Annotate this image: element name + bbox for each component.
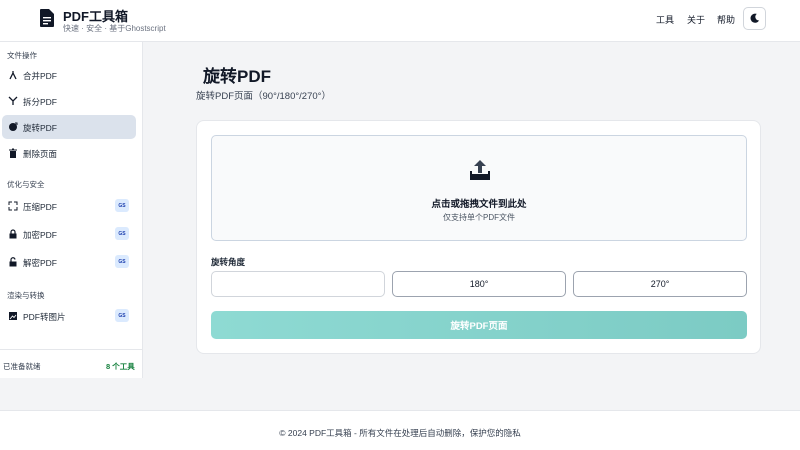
angle-option-270-button[interactable]: 270° [573, 271, 747, 297]
ghostscript-badge: GS [115, 199, 129, 212]
sidebar: 文件操作 合并PDF 拆分PDF 旋转PDF 删除页面 优化与安全 压缩PDF … [0, 42, 143, 378]
sidebar-item-rotate[interactable]: 旋转PDF [2, 115, 136, 139]
angle-option-90-button[interactable] [211, 271, 385, 297]
page-title: 旋转PDF [203, 67, 271, 86]
unlock-icon [9, 257, 17, 267]
upload-icon [470, 160, 490, 180]
page-subtitle: 旋转PDF页面（90°/180°/270°） [196, 91, 331, 102]
sidebar-item-label: 旋转PDF [23, 123, 58, 133]
file-dropzone[interactable]: 点击或拖拽文件到此处 仅支持单个PDF文件 [211, 135, 747, 241]
rotate-icon [9, 122, 18, 131]
sidebar-item-label: 加密PDF [23, 230, 58, 240]
nav-about-link[interactable]: 关于 [687, 13, 705, 26]
compress-icon [8, 201, 18, 211]
status-text: 已准备就绪 [3, 362, 41, 371]
sidebar-item-compress[interactable]: 压缩PDF GS [2, 194, 136, 218]
ghostscript-badge: GS [115, 309, 129, 322]
lock-icon [9, 229, 17, 239]
sidebar-item-label: PDF转图片 [23, 312, 66, 322]
sidebar-item-decrypt[interactable]: 解密PDF GS [2, 250, 136, 274]
ghostscript-badge: GS [115, 227, 129, 240]
app-subtitle: 快速 · 安全 · 基于Ghostscript [63, 24, 166, 33]
top-header: PDF工具箱 快速 · 安全 · 基于Ghostscript 工具 关于 帮助 [0, 0, 800, 42]
rotation-angle-label: 旋转角度 [211, 257, 246, 267]
angle-option-180-button[interactable]: 180° [392, 271, 566, 297]
dropzone-title: 点击或拖拽文件到此处 [431, 199, 527, 210]
section-title-optimize-security: 优化与安全 [7, 180, 45, 189]
moon-icon [750, 13, 760, 23]
page-footer: © 2024 PDF工具箱 - 所有文件在处理后自动删除，保护您的隐私 [0, 410, 800, 450]
rotate-pdf-submit-button[interactable]: 旋转PDF页面 [211, 311, 747, 339]
sidebar-item-merge[interactable]: 合并PDF [2, 63, 136, 87]
rotate-tool-card: 点击或拖拽文件到此处 仅支持单个PDF文件 旋转角度 180° 270° 旋转P… [196, 120, 761, 354]
section-title-file-ops: 文件操作 [7, 51, 37, 60]
trash-icon [9, 148, 17, 158]
tool-count-badge: 8 个工具 [106, 362, 135, 371]
sidebar-item-encrypt[interactable]: 加密PDF GS [2, 222, 136, 246]
sidebar-item-label: 解密PDF [23, 258, 58, 268]
nav-tools-link[interactable]: 工具 [656, 13, 674, 26]
image-icon [9, 312, 17, 320]
document-logo-icon [40, 9, 54, 27]
sidebar-item-label: 删除页面 [23, 149, 58, 159]
sidebar-item-label: 合并PDF [23, 71, 58, 81]
ghostscript-badge: GS [115, 255, 129, 268]
nav-help-link[interactable]: 帮助 [717, 13, 735, 26]
dropzone-hint: 仅支持单个PDF文件 [443, 213, 515, 222]
theme-toggle-button[interactable] [743, 7, 766, 30]
section-title-render-convert: 渲染与转换 [7, 291, 45, 300]
merge-icon [9, 71, 17, 80]
sidebar-item-split[interactable]: 拆分PDF [2, 89, 136, 113]
split-icon [8, 96, 18, 105]
sidebar-item-label: 压缩PDF [23, 202, 58, 212]
sidebar-item-pdf-to-image[interactable]: PDF转图片 GS [2, 304, 136, 328]
sidebar-item-label: 拆分PDF [23, 97, 58, 107]
sidebar-item-delete-pages[interactable]: 删除页面 [2, 141, 136, 165]
sidebar-status-bar: 已准备就绪 8 个工具 [0, 349, 143, 379]
footer-privacy-text: © 2024 PDF工具箱 - 所有文件在处理后自动删除，保护您的隐私 [279, 428, 521, 438]
